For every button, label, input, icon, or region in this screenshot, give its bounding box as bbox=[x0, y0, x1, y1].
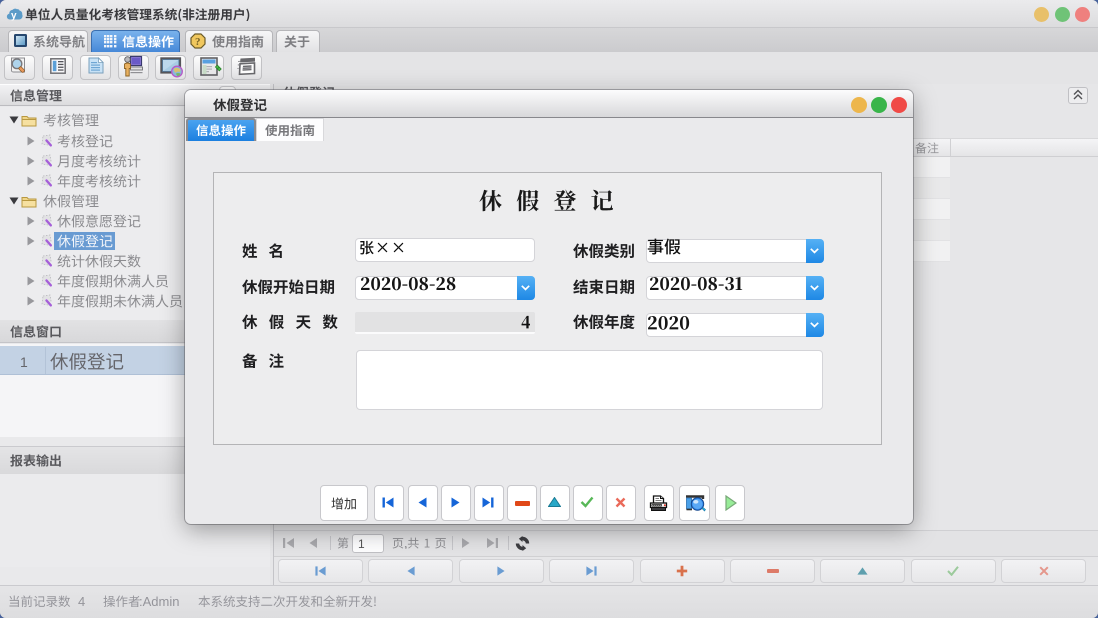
svg-text:y: y bbox=[11, 10, 17, 21]
svg-text:?: ? bbox=[195, 36, 201, 48]
